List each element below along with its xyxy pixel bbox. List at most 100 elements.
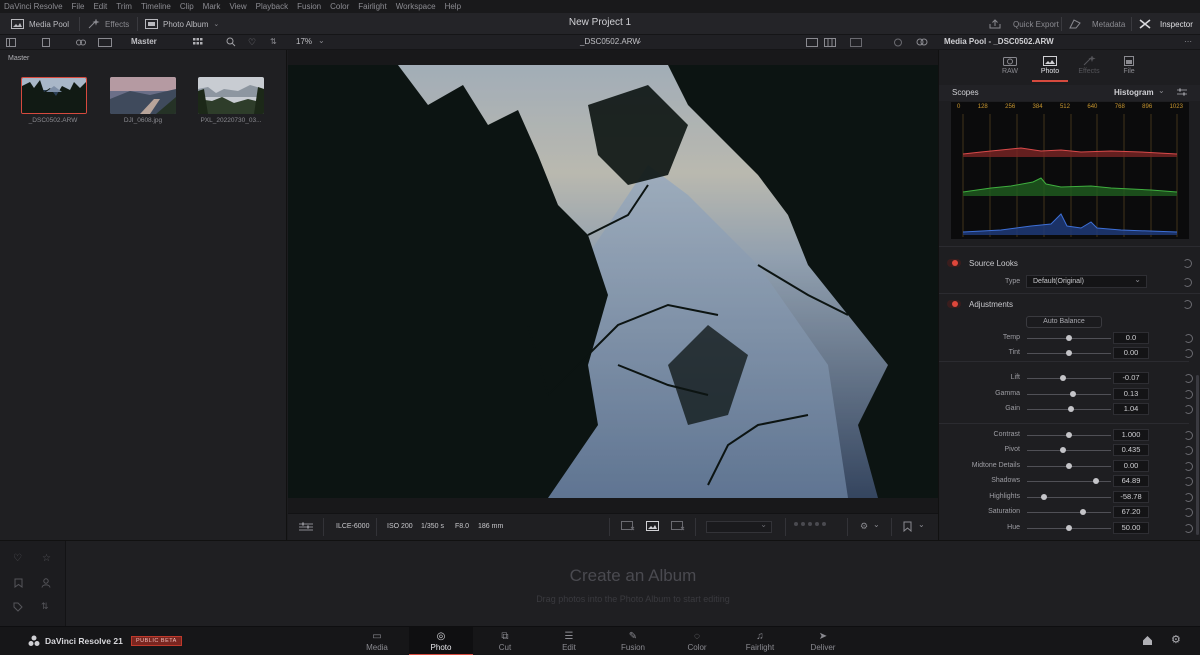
menu-item[interactable]: File <box>72 2 85 11</box>
reset-icon[interactable] <box>1184 405 1193 414</box>
param-value-field[interactable]: 0.00 <box>1113 347 1149 359</box>
page-fusion[interactable]: ✎ Fusion <box>601 627 665 655</box>
adjustments-toggle[interactable] <box>947 300 961 308</box>
photo-album-button[interactable]: Photo Album ⌄ <box>145 17 219 31</box>
settings-icon[interactable]: ⚙ <box>1171 633 1181 646</box>
panel-layout-icon[interactable] <box>6 38 16 47</box>
reset-icon[interactable] <box>1183 300 1192 309</box>
photo-preview[interactable] <box>288 65 938 498</box>
inspector-button[interactable]: Inspector <box>1139 17 1193 31</box>
tab-photo[interactable]: Photo <box>1030 56 1070 82</box>
tab-file[interactable]: File <box>1109 56 1149 75</box>
menu-item[interactable]: Fairlight <box>358 2 386 11</box>
page-color[interactable]: ◌ Color <box>665 627 729 655</box>
tab-raw[interactable]: RAW <box>990 56 1030 75</box>
param-value-field[interactable]: 0.00 <box>1113 460 1149 472</box>
param-value-field[interactable]: -58.78 <box>1113 491 1149 503</box>
star-icon[interactable] <box>815 522 819 526</box>
remove-photo-icon[interactable] <box>671 521 685 532</box>
param-value-field[interactable]: 0.0 <box>1113 332 1149 344</box>
param-value-field[interactable]: 0.435 <box>1113 444 1149 456</box>
reset-icon[interactable] <box>1183 278 1192 287</box>
param-value-field[interactable]: 1.04 <box>1113 403 1149 415</box>
inspector-scrollbar[interactable] <box>1196 375 1199 535</box>
page-deliver[interactable]: ➤ Deliver <box>791 627 855 655</box>
crop-icon[interactable] <box>916 37 928 47</box>
menu-item[interactable]: Fusion <box>297 2 321 11</box>
menu-item[interactable]: Playback <box>256 2 288 11</box>
reset-icon[interactable] <box>1184 431 1193 440</box>
chevron-down-icon[interactable]: ⌄ <box>918 520 925 529</box>
reject-photo-icon[interactable] <box>621 521 635 532</box>
home-icon[interactable] <box>1142 635 1153 646</box>
page-media[interactable]: ▭ Media <box>345 627 409 655</box>
reset-icon[interactable] <box>1184 334 1193 343</box>
slider-knob[interactable] <box>1080 509 1087 515</box>
menu-item[interactable]: Workspace <box>396 2 436 11</box>
param-value-field[interactable]: -0.07 <box>1113 372 1149 384</box>
media-thumbnail[interactable] <box>110 77 176 114</box>
effects-button[interactable]: Effects <box>88 17 129 31</box>
star-rating[interactable] <box>794 522 826 526</box>
media-pool-button[interactable]: Media Pool <box>11 17 69 31</box>
chevron-down-icon[interactable]: ⌄ <box>636 36 643 45</box>
page-edit[interactable]: ☰ Edit <box>537 627 601 655</box>
bin-view-icon[interactable] <box>98 38 112 47</box>
adjustments-header[interactable]: Adjustments <box>947 296 1197 312</box>
chevron-down-icon[interactable]: ⌄ <box>1158 86 1165 95</box>
sort-icon[interactable]: ⇅ <box>270 37 277 46</box>
reset-icon[interactable] <box>1184 524 1193 533</box>
scope-mode-dropdown[interactable]: Histogram <box>1114 88 1154 97</box>
menu-item[interactable]: Color <box>330 2 349 11</box>
menu-item[interactable]: DaVinci Resolve <box>4 2 63 11</box>
more-options-icon[interactable]: ⋯ <box>1184 37 1192 46</box>
favorite-icon[interactable]: ♡ <box>248 37 256 48</box>
param-slider[interactable] <box>1027 512 1111 513</box>
menu-item[interactable]: View <box>229 2 246 11</box>
slider-knob[interactable] <box>1067 406 1074 412</box>
star-icon[interactable] <box>801 522 805 526</box>
reset-icon[interactable] <box>1184 493 1193 502</box>
menu-item[interactable]: Trim <box>116 2 132 11</box>
source-looks-header[interactable]: Source Looks <box>947 255 1197 271</box>
media-thumbnail[interactable] <box>198 77 264 114</box>
param-slider[interactable] <box>1027 497 1111 498</box>
adjust-sliders-icon[interactable] <box>299 522 313 532</box>
reset-icon[interactable] <box>1184 349 1193 358</box>
menu-item[interactable]: Mark <box>203 2 221 11</box>
reset-icon[interactable] <box>1183 259 1192 268</box>
slider-knob[interactable] <box>1040 494 1047 500</box>
reset-icon[interactable] <box>1184 446 1193 455</box>
slider-knob[interactable] <box>1060 375 1067 381</box>
clip-view-icon[interactable] <box>42 38 52 47</box>
page-fairlight[interactable]: ♫ Fairlight <box>728 627 792 655</box>
param-slider[interactable] <box>1027 450 1111 451</box>
param-slider[interactable] <box>1027 394 1111 395</box>
tab-effects[interactable]: Effects <box>1069 56 1109 75</box>
settings-icon[interactable]: ⚙ <box>860 521 868 532</box>
bin-name[interactable]: Master <box>131 37 157 46</box>
param-value-field[interactable]: 67.20 <box>1113 506 1149 518</box>
star-icon[interactable]: ☆ <box>42 553 51 564</box>
menu-item[interactable]: Timeline <box>141 2 171 11</box>
quick-export-button[interactable]: Quick Export <box>989 17 1059 31</box>
menu-item[interactable]: Clip <box>180 2 194 11</box>
viewer-mode-icon[interactable] <box>806 38 818 47</box>
slider-knob[interactable] <box>1066 335 1072 341</box>
chevron-down-icon[interactable]: ⌄ <box>873 520 880 529</box>
slider-knob[interactable] <box>1092 478 1099 484</box>
compare-icon[interactable] <box>893 38 903 47</box>
slider-knob[interactable] <box>1066 525 1072 531</box>
bookmark-icon[interactable] <box>903 521 912 532</box>
clip-name[interactable]: _DSC0502.ARW <box>580 37 640 46</box>
slider-knob[interactable] <box>1070 391 1077 397</box>
reset-icon[interactable] <box>1184 374 1193 383</box>
media-thumbnail[interactable] <box>21 77 87 114</box>
overlay-icon[interactable] <box>850 38 862 47</box>
link-icon[interactable] <box>76 38 86 47</box>
reset-icon[interactable] <box>1184 390 1193 399</box>
param-value-field[interactable]: 1.000 <box>1113 429 1149 441</box>
zoom-level[interactable]: 17% <box>296 37 312 46</box>
star-icon[interactable] <box>808 522 812 526</box>
menu-item[interactable]: Help <box>445 2 461 11</box>
